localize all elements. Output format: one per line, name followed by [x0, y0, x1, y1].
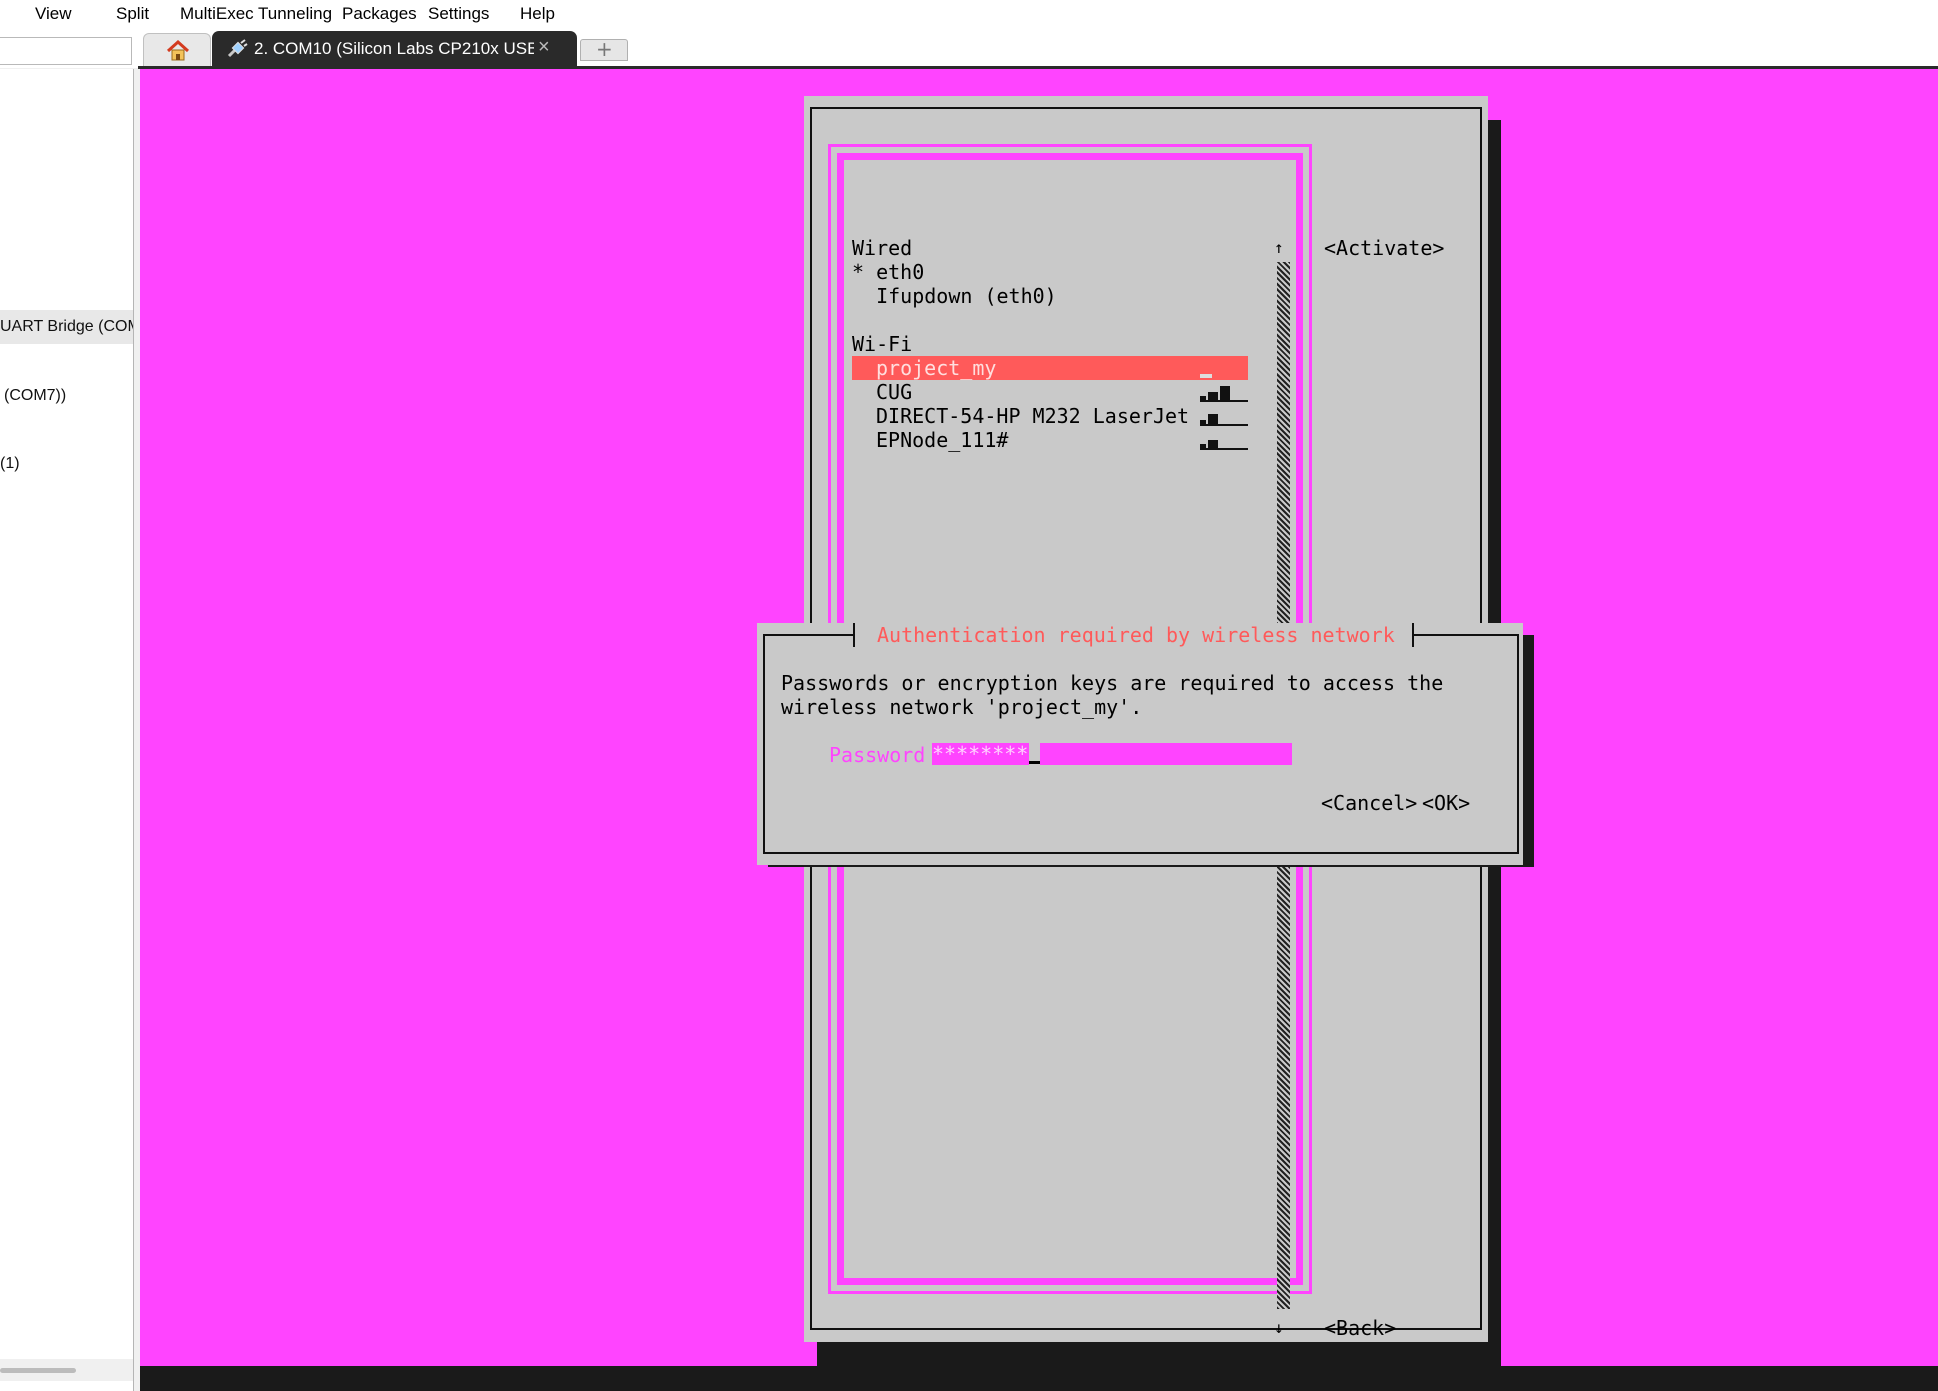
tab-label: 2. COM10 (Silicon Labs CP210x USB [254, 39, 534, 58]
menu-help[interactable]: Help [520, 4, 555, 24]
sidebar-item-uart-bridge[interactable]: UART Bridge (COM [0, 310, 133, 344]
auth-message-line1: Passwords or encryption keys are require… [781, 671, 1444, 695]
ok-button[interactable]: <OK> [1422, 791, 1470, 815]
text-cursor [1029, 761, 1040, 764]
menu-multiexec[interactable]: MultiExec [180, 4, 254, 24]
wifi-network-row-epnode[interactable]: EPNode_111# [876, 428, 1008, 452]
serial-plug-icon [227, 39, 248, 58]
back-button[interactable]: <Back> [1324, 1316, 1396, 1340]
scroll-up-icon[interactable]: ↑ [1274, 238, 1284, 257]
home-tab[interactable] [143, 33, 211, 67]
signal-strength-icon [1200, 432, 1248, 450]
cancel-button[interactable]: <Cancel> [1321, 791, 1417, 815]
scrollbar-thumb[interactable] [0, 1368, 76, 1373]
menu-view[interactable]: View [35, 4, 72, 24]
new-tab-button[interactable]: + [580, 37, 628, 61]
sidebar-item-3[interactable]: (1) [0, 455, 20, 473]
menu-split[interactable]: Split [116, 4, 149, 24]
close-icon[interactable]: × [538, 36, 550, 59]
sidebar-item-com7[interactable]: (COM7)) [4, 387, 66, 405]
wifi-header: Wi-Fi [852, 332, 913, 356]
activate-button[interactable]: <Activate> [1324, 236, 1444, 260]
menu-tunneling[interactable]: Tunneling [258, 4, 332, 24]
password-label: Password [829, 743, 926, 767]
signal-strength-icon [1200, 384, 1248, 402]
title-tick-left [853, 623, 855, 647]
terminal-bottom-strip [140, 1366, 1938, 1391]
auth-dialog-title: Authentication required by wireless netw… [877, 623, 1395, 647]
auth-dialog: Authentication required by wireless netw… [757, 623, 1523, 865]
connection-ifupdown[interactable]: Ifupdown (eth0) [852, 284, 1057, 308]
password-value: ******** [932, 742, 1029, 766]
tab-com10[interactable]: 2. COM10 (Silicon Labs CP210x USB × [212, 31, 577, 67]
menu-bar: View Split MultiExec Tunneling Packages … [0, 0, 1938, 28]
sessions-search-input[interactable] [0, 37, 132, 65]
wifi-network-row-direct-hp[interactable]: DIRECT-54-HP M232 LaserJet [876, 404, 1189, 428]
home-icon [166, 40, 190, 61]
plus-icon: + [596, 37, 613, 61]
wired-header: Wired [852, 236, 913, 260]
signal-strength-icon [1200, 408, 1248, 426]
auth-message-line2: wireless network 'project_my'. [781, 695, 1143, 719]
title-rule-left [763, 634, 855, 636]
sessions-sidebar: UART Bridge (COM (COM7)) (1) [0, 69, 134, 1391]
scroll-down-icon[interactable]: ↓ [1274, 1318, 1284, 1337]
wifi-network-row-project-my[interactable]: project_my [852, 356, 1248, 380]
password-input[interactable]: ******** [932, 743, 1292, 765]
wifi-network-row-cug[interactable]: CUG [876, 380, 912, 404]
signal-strength-icon [1200, 360, 1248, 378]
menu-settings[interactable]: Settings [428, 4, 489, 24]
wifi-ssid: project_my [876, 356, 997, 380]
title-rule-right [1414, 634, 1519, 636]
tab-strip: 2. COM10 (Silicon Labs CP210x USB × + [0, 28, 1938, 68]
terminal-area[interactable]: Wired * eth0 Ifupdown (eth0) Wi-Fi proje… [140, 69, 1938, 1391]
sidebar-horizontal-scrollbar[interactable] [0, 1359, 133, 1381]
connection-eth0[interactable]: * eth0 [852, 260, 924, 284]
menu-packages[interactable]: Packages [342, 4, 417, 24]
